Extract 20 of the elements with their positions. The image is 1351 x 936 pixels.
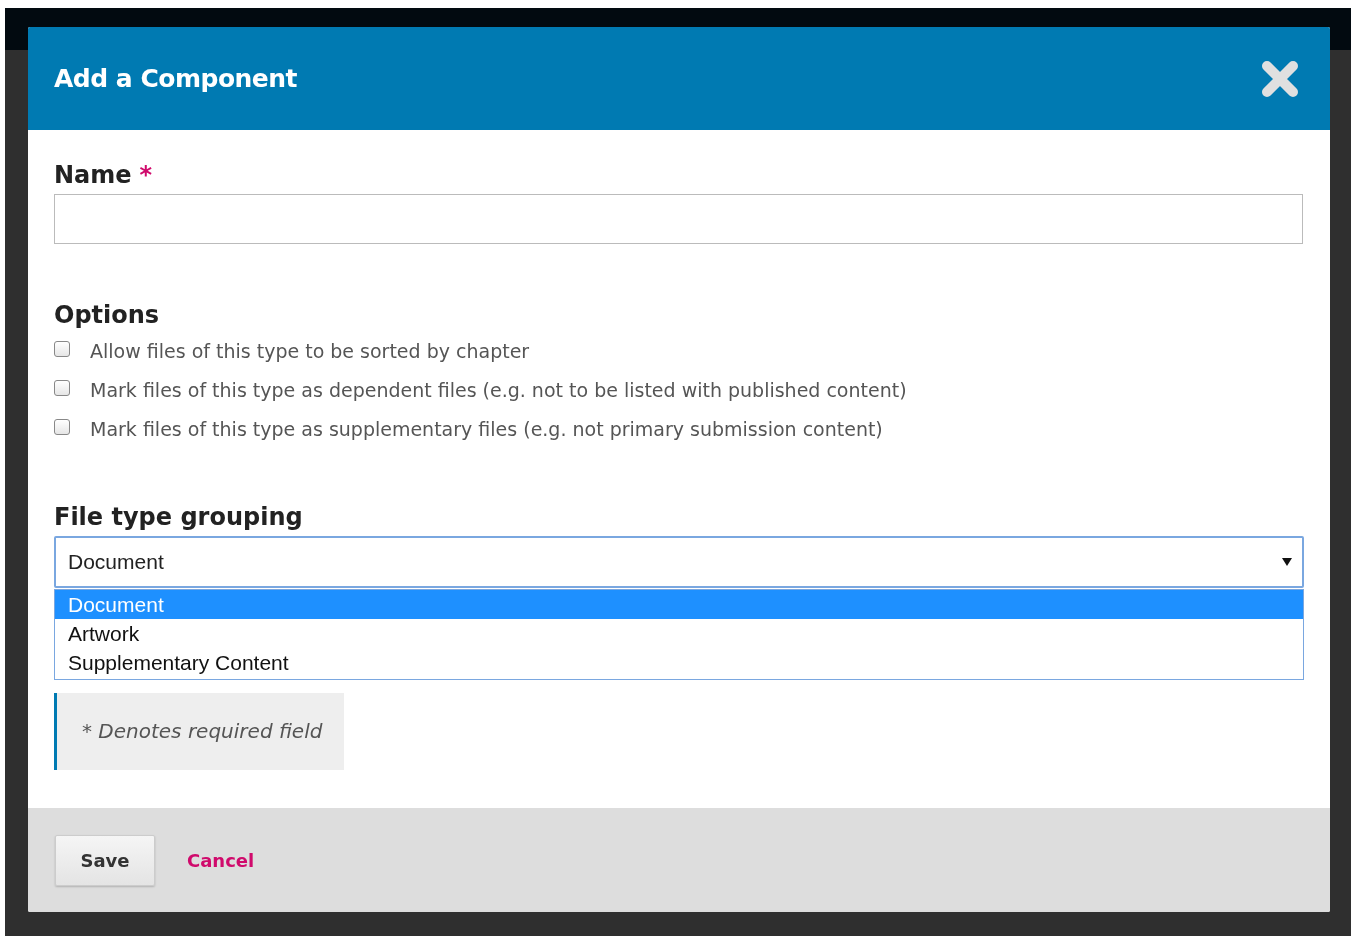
dropdown-option[interactable]: Supplementary Content: [55, 648, 1303, 677]
close-icon[interactable]: [1261, 59, 1299, 98]
save-button[interactable]: Save: [55, 834, 155, 886]
field-label: Name: [54, 160, 132, 190]
dropdown-option[interactable]: Artwork: [55, 619, 1303, 648]
checkbox-label: Mark files of this type as dependent files (e.g. not to be listed with published content): [90, 378, 907, 403]
caret-icon: [1282, 558, 1292, 566]
checkbox-label: Mark files of this type as supplementary files (e.g. not primary submission content): [90, 417, 883, 442]
select-field[interactable]: Document: [54, 536, 1304, 588]
checkbox-label: Allow files of this type to be sorted by chapter: [90, 339, 530, 364]
checkbox[interactable]: [54, 341, 70, 357]
required-mark: *: [139, 160, 153, 190]
checkbox[interactable]: [54, 380, 70, 396]
required-note: * Denotes required field: [54, 693, 345, 770]
section-heading: Options: [54, 300, 160, 330]
cancel-link[interactable]: Cancel: [187, 849, 255, 871]
name-field[interactable]: [54, 194, 1303, 244]
section-heading: File type grouping: [54, 502, 303, 532]
checkbox[interactable]: [54, 419, 70, 435]
dialog-title: Add a Component: [54, 64, 298, 93]
